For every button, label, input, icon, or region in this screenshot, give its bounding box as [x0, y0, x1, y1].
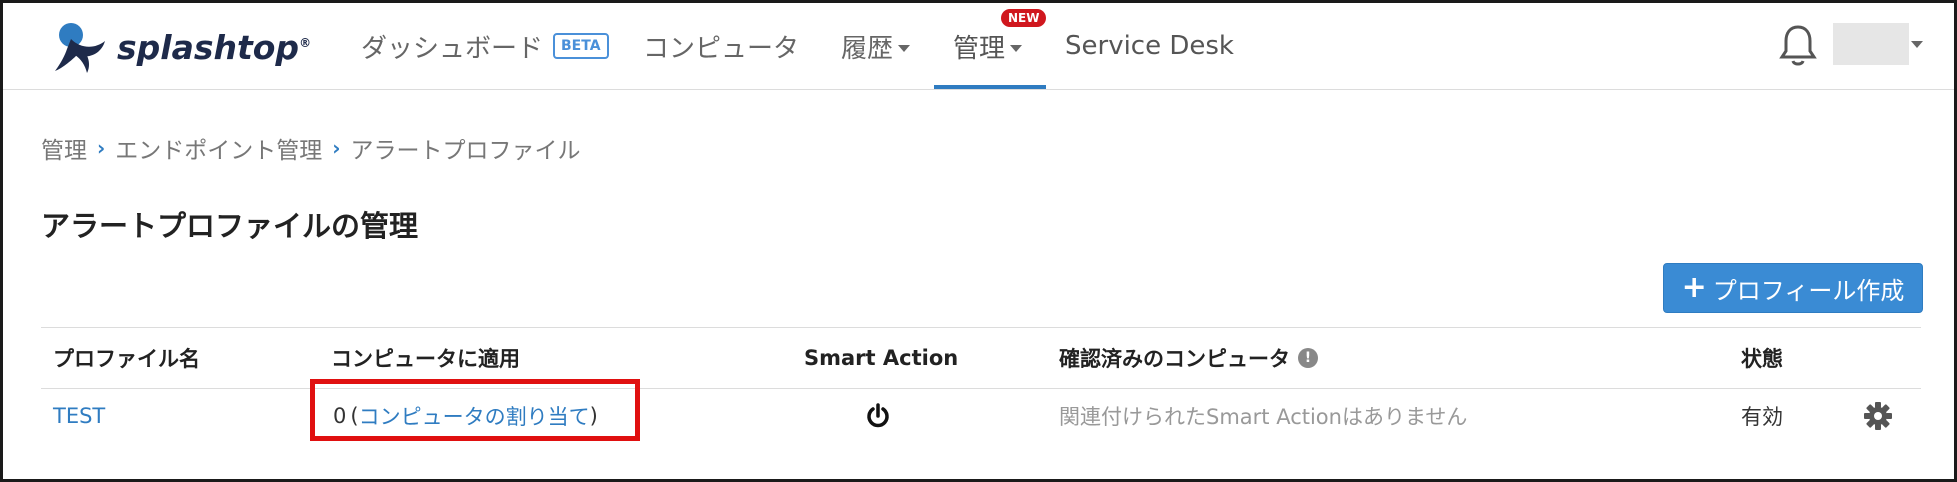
header-confirmed-label: 確認済みのコンピュータ — [1059, 347, 1290, 371]
nav-computers-label: コンピュータ — [643, 33, 800, 64]
breadcrumb-item[interactable]: 管理 — [41, 131, 87, 165]
profile-name[interactable]: TEST — [53, 404, 105, 428]
nav-history-label: 履歴 — [841, 33, 894, 64]
status-value: 有効 — [1741, 405, 1783, 429]
header-smart-action[interactable]: Smart Action — [804, 328, 958, 388]
top-nav-bar: splashtop® ダッシュボード BETA コンピュータ 履歴 管理 NEW… — [3, 3, 1954, 90]
plus-icon: + — [1681, 270, 1707, 305]
page-title: アラートプロファイルの管理 — [41, 209, 419, 243]
nav-service-desk-label: Service Desk — [1065, 31, 1234, 61]
splashtop-logo[interactable]: splashtop® — [51, 15, 311, 79]
nav-manage-label: 管理 — [953, 33, 1006, 64]
power-icon[interactable] — [865, 403, 891, 429]
user-menu-avatar[interactable] — [1833, 23, 1909, 65]
logo-wordmark: splashtop® — [117, 27, 312, 67]
chevron-right-icon: › — [97, 136, 106, 160]
breadcrumb: 管理 › エンドポイント管理 › アラートプロファイル — [41, 131, 581, 165]
app-frame: splashtop® ダッシュボード BETA コンピュータ 履歴 管理 NEW… — [0, 0, 1957, 482]
breadcrumb-item[interactable]: エンドポイント管理 — [115, 131, 322, 165]
nav-computers[interactable]: コンピュータ — [643, 3, 799, 89]
splashtop-logo-icon — [55, 23, 105, 73]
confirmed-computers-text: 関連付けられたSmart Actionはありません — [1059, 405, 1468, 429]
bell-icon[interactable] — [1778, 23, 1818, 71]
header-status[interactable]: 状態 — [1741, 328, 1783, 388]
new-badge: NEW — [1001, 9, 1047, 27]
smart-action-cell[interactable] — [865, 391, 891, 441]
chevron-down-icon — [1010, 44, 1023, 52]
create-profile-button[interactable]: + プロフィール作成 — [1663, 263, 1923, 313]
gear-icon[interactable] — [1863, 391, 1893, 441]
create-profile-label: プロフィール作成 — [1712, 276, 1905, 305]
active-tab-indicator — [934, 85, 1046, 89]
chevron-right-icon: › — [332, 136, 341, 160]
nav-service-desk[interactable]: Service Desk — [1065, 3, 1234, 89]
annotation-highlight-box — [310, 379, 640, 441]
profile-name-link[interactable]: TEST — [53, 391, 105, 441]
nav-history[interactable]: 履歴 — [841, 3, 911, 89]
breadcrumb-item: アラートプロファイル — [350, 138, 581, 164]
header-confirmed-computers[interactable]: 確認済みのコンピュータ ! — [1059, 328, 1318, 388]
nav-dashboard-label: ダッシュボード — [361, 33, 544, 64]
beta-badge: BETA — [553, 33, 609, 59]
info-icon[interactable]: ! — [1298, 348, 1318, 368]
nav-dashboard[interactable]: ダッシュボード BETA — [361, 3, 609, 89]
chevron-down-icon[interactable] — [1911, 41, 1923, 48]
header-profile-name[interactable]: プロファイル名 — [53, 328, 200, 388]
chevron-down-icon — [898, 44, 911, 52]
